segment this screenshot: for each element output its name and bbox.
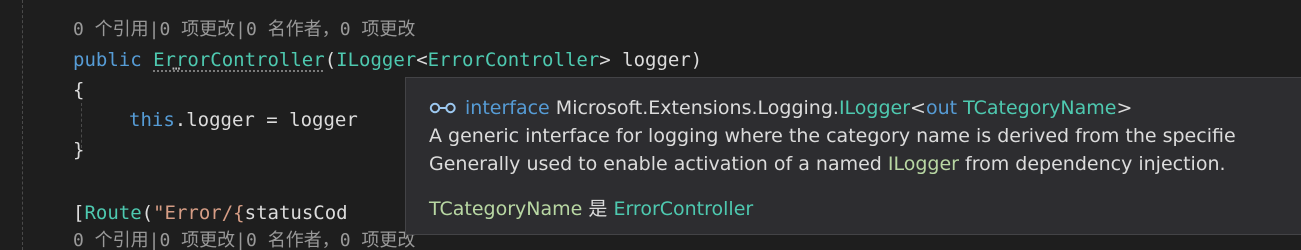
keyword-public: public: [73, 49, 142, 71]
tooltip-desc-post: from dependency injection.: [959, 153, 1226, 175]
tooltip-description-line2: Generally used to enable activation of a…: [429, 150, 1226, 178]
attribute-open-bracket: [: [73, 202, 85, 224]
quick-actions-dots-icon[interactable]: ⋯: [172, 62, 181, 76]
open-paren: (: [324, 49, 337, 71]
code-editor[interactable]: 0 个引用|0 项更改|0 名作者，0 项更改 public ErrorCont…: [0, 0, 1301, 250]
generic-open: <: [416, 49, 428, 71]
indent-guide-outer: [22, 0, 23, 250]
generic-close: >: [599, 49, 611, 71]
parameter-type[interactable]: ILogger: [336, 49, 416, 71]
parameter-type-argument[interactable]: ErrorController: [428, 49, 600, 71]
tooltip-generic-open: <: [910, 97, 926, 119]
keyword-this: this: [129, 109, 175, 131]
constructor-declaration[interactable]: public ErrorController(ILogger<ErrorCont…: [73, 45, 702, 75]
attribute-open-paren: (: [141, 202, 154, 224]
route-template-rest: statusCod: [244, 202, 348, 224]
assignment-rest: .logger = logger: [174, 109, 358, 131]
route-template-string: "Error/{: [153, 202, 245, 224]
tooltip-generic-close: >: [1116, 97, 1133, 119]
tooltip-type-name[interactable]: ILogger: [839, 97, 910, 119]
tooltip-keyword-out: out: [925, 97, 958, 119]
tooltip-param-is: 是: [582, 198, 614, 220]
tooltip-description-line1: A generic interface for logging where th…: [429, 125, 1236, 147]
method-open-brace: {: [73, 79, 85, 101]
method-close-brace: }: [73, 139, 85, 161]
route-attribute-name[interactable]: Route: [84, 202, 141, 224]
assignment-statement[interactable]: this.logger = logger: [129, 105, 358, 135]
interface-icon: [429, 102, 456, 114]
codelens-references-bottom[interactable]: 0 个引用|0 项更改|0 名作者，0 项更改: [73, 226, 415, 250]
tooltip-type-parameter: TCategoryName: [963, 97, 1117, 119]
parameter-name[interactable]: logger): [611, 49, 702, 71]
tooltip-param-name: TCategoryName: [429, 198, 583, 220]
route-attribute-line[interactable]: [Route("Error/{statusCod: [73, 198, 348, 228]
codelens-references[interactable]: 0 个引用|0 项更改|0 名作者，0 项更改: [73, 15, 415, 45]
tooltip-kind: interface: [465, 97, 550, 119]
tooltip-namespace: Microsoft.Extensions.Logging.: [555, 97, 839, 119]
tooltip-param-value[interactable]: ErrorController: [613, 198, 753, 220]
quickinfo-tooltip: interface Microsoft.Extensions.Logging.I…: [405, 77, 1301, 235]
tooltip-desc-type-link[interactable]: ILogger: [888, 153, 959, 175]
tooltip-desc-pre: Generally used to enable activation of a…: [429, 153, 888, 175]
tooltip-type-parameter-info: TCategoryName 是 ErrorController: [429, 195, 753, 223]
tooltip-signature: interface Microsoft.Extensions.Logging.I…: [429, 94, 1132, 122]
